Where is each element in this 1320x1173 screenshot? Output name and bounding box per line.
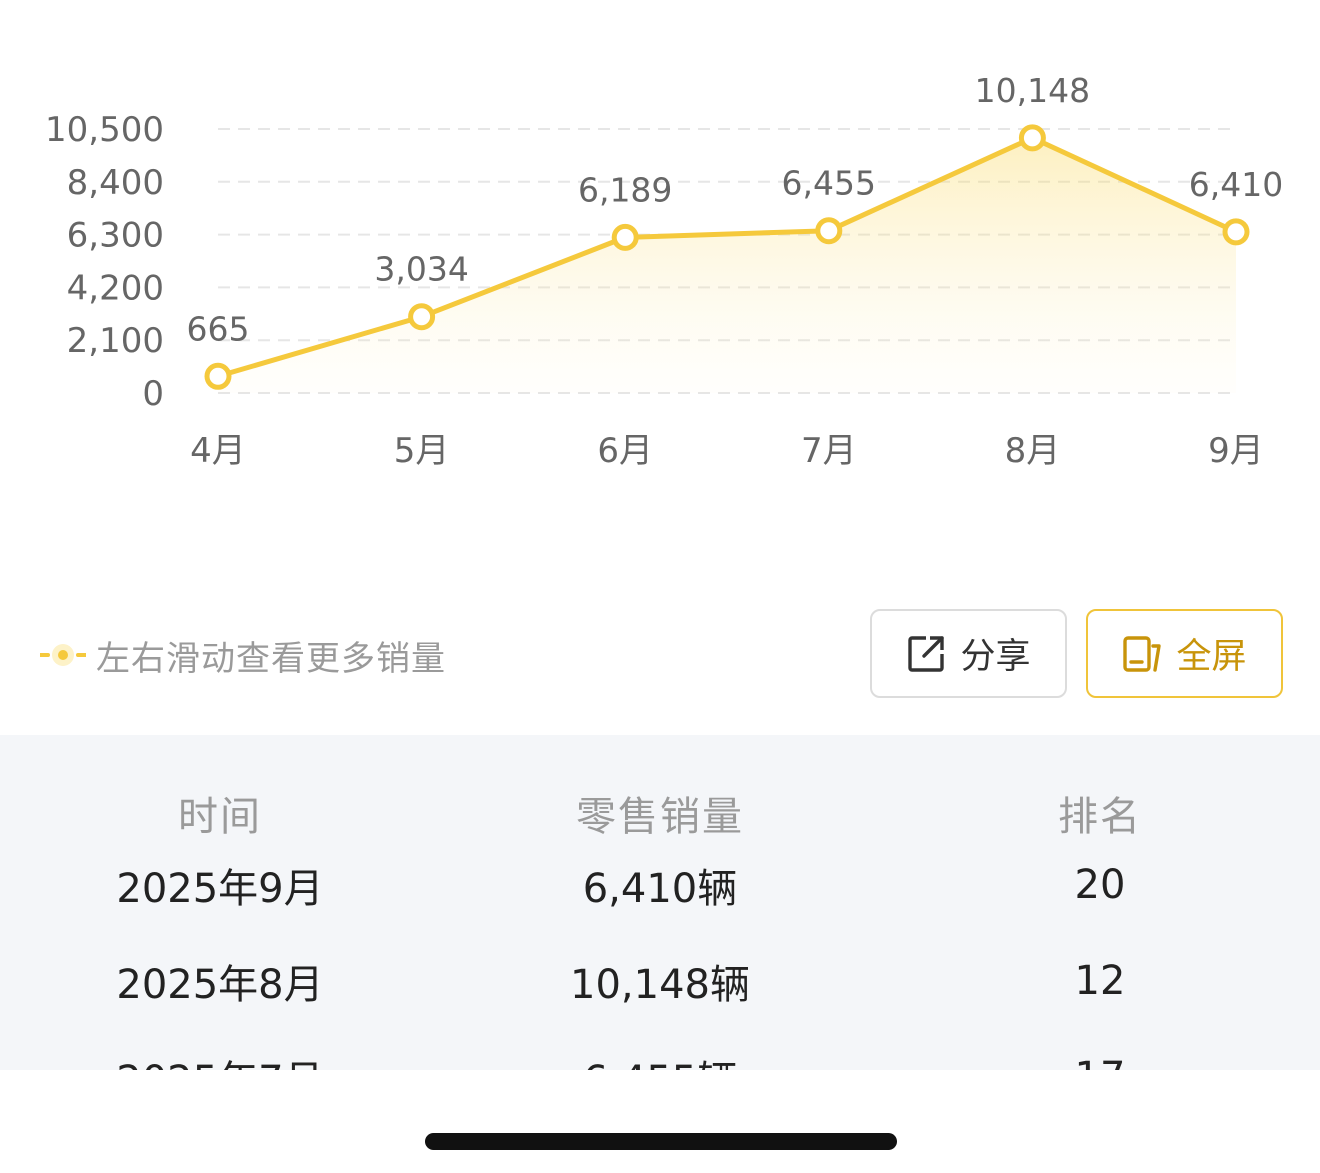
cell-time: 2025年7月 <box>0 1048 440 1070</box>
cell-sales: 10,148辆 <box>570 962 750 1008</box>
share-icon <box>906 634 946 674</box>
data-label: 6,455 <box>782 164 876 203</box>
home-indicator[interactable] <box>425 1133 897 1150</box>
share-label: 分享 <box>960 637 1031 677</box>
y-tick-label: 6,300 <box>67 216 164 256</box>
y-tick-label: 2,100 <box>67 321 164 361</box>
x-tick-label: 8月 <box>1005 431 1061 471</box>
cell-rank: 17 <box>880 1054 1320 1070</box>
y-tick-label: 10,500 <box>45 110 164 150</box>
x-tick-label: 7月 <box>801 431 857 471</box>
sales-page: 0 2,100 4,200 6,300 8,400 10,500 4月 5月 6月 7月 8月 9月… <box>0 0 1320 1173</box>
y-tick-label: 0 <box>142 374 164 414</box>
data-point <box>408 303 436 331</box>
table-header: 时间 零售销量 排名 <box>0 783 1320 843</box>
cell-time: 2025年9月 <box>116 866 324 912</box>
cell-sales: 6,410辆 <box>582 866 738 912</box>
data-label: 3,034 <box>374 250 468 289</box>
cell-sales: 6,455辆 <box>440 1048 880 1070</box>
header-time: 时间 <box>178 794 262 840</box>
sales-line-chart[interactable]: 0 2,100 4,200 6,300 8,400 10,500 4月 5月 6月 7月 8月 9月… <box>0 0 1320 500</box>
header-sales: 零售销量 <box>576 794 744 840</box>
data-label: 6,189 <box>578 170 672 209</box>
cell-rank: 12 <box>1074 958 1126 1004</box>
x-tick-label: 9月 <box>1208 431 1264 471</box>
data-label: 665 <box>187 309 250 348</box>
y-axis-ticks: 0 2,100 4,200 6,300 8,400 10,500 <box>45 110 164 414</box>
data-point <box>815 217 843 245</box>
fullscreen-icon <box>1122 634 1162 674</box>
data-label: 10,148 <box>975 71 1090 110</box>
chart-svg: 0 2,100 4,200 6,300 8,400 10,500 4月 5月 6月 7月 8月 9月… <box>45 71 1283 471</box>
header-rank: 排名 <box>1058 794 1142 840</box>
fullscreen-label: 全屏 <box>1176 637 1247 677</box>
sales-table: 时间 零售销量 排名 2025年9月 6,410辆 20 2025年8月 10,… <box>0 735 1320 1070</box>
x-tick-label: 6月 <box>597 431 653 471</box>
data-point <box>1018 124 1046 152</box>
area-fill <box>218 137 1236 393</box>
swipe-hint: 左右滑动查看更多销量 <box>38 625 446 685</box>
x-tick-label: 4月 <box>190 431 246 471</box>
x-tick-label: 5月 <box>394 431 450 471</box>
data-point <box>611 223 639 251</box>
share-button[interactable]: 分享 <box>870 609 1067 698</box>
table-row: 2025年8月 10,148辆 12 <box>0 951 1320 1011</box>
swipe-indicator-icon <box>38 641 88 669</box>
y-tick-label: 4,200 <box>67 268 164 308</box>
cell-rank: 20 <box>1074 862 1126 908</box>
x-axis-ticks: 4月 5月 6月 7月 8月 9月 <box>190 431 1264 471</box>
table-row: 2025年7月 6,455辆 17 <box>0 1047 1320 1070</box>
table-row: 2025年9月 6,410辆 20 <box>0 855 1320 915</box>
y-tick-label: 8,400 <box>67 163 164 203</box>
swipe-hint-text: 左右滑动查看更多销量 <box>96 638 446 679</box>
data-label: 6,410 <box>1189 165 1283 204</box>
series-area <box>218 137 1236 393</box>
fullscreen-button[interactable]: 全屏 <box>1086 609 1283 698</box>
cell-time: 2025年8月 <box>116 962 324 1008</box>
data-point <box>1222 218 1250 246</box>
data-point <box>204 362 232 390</box>
